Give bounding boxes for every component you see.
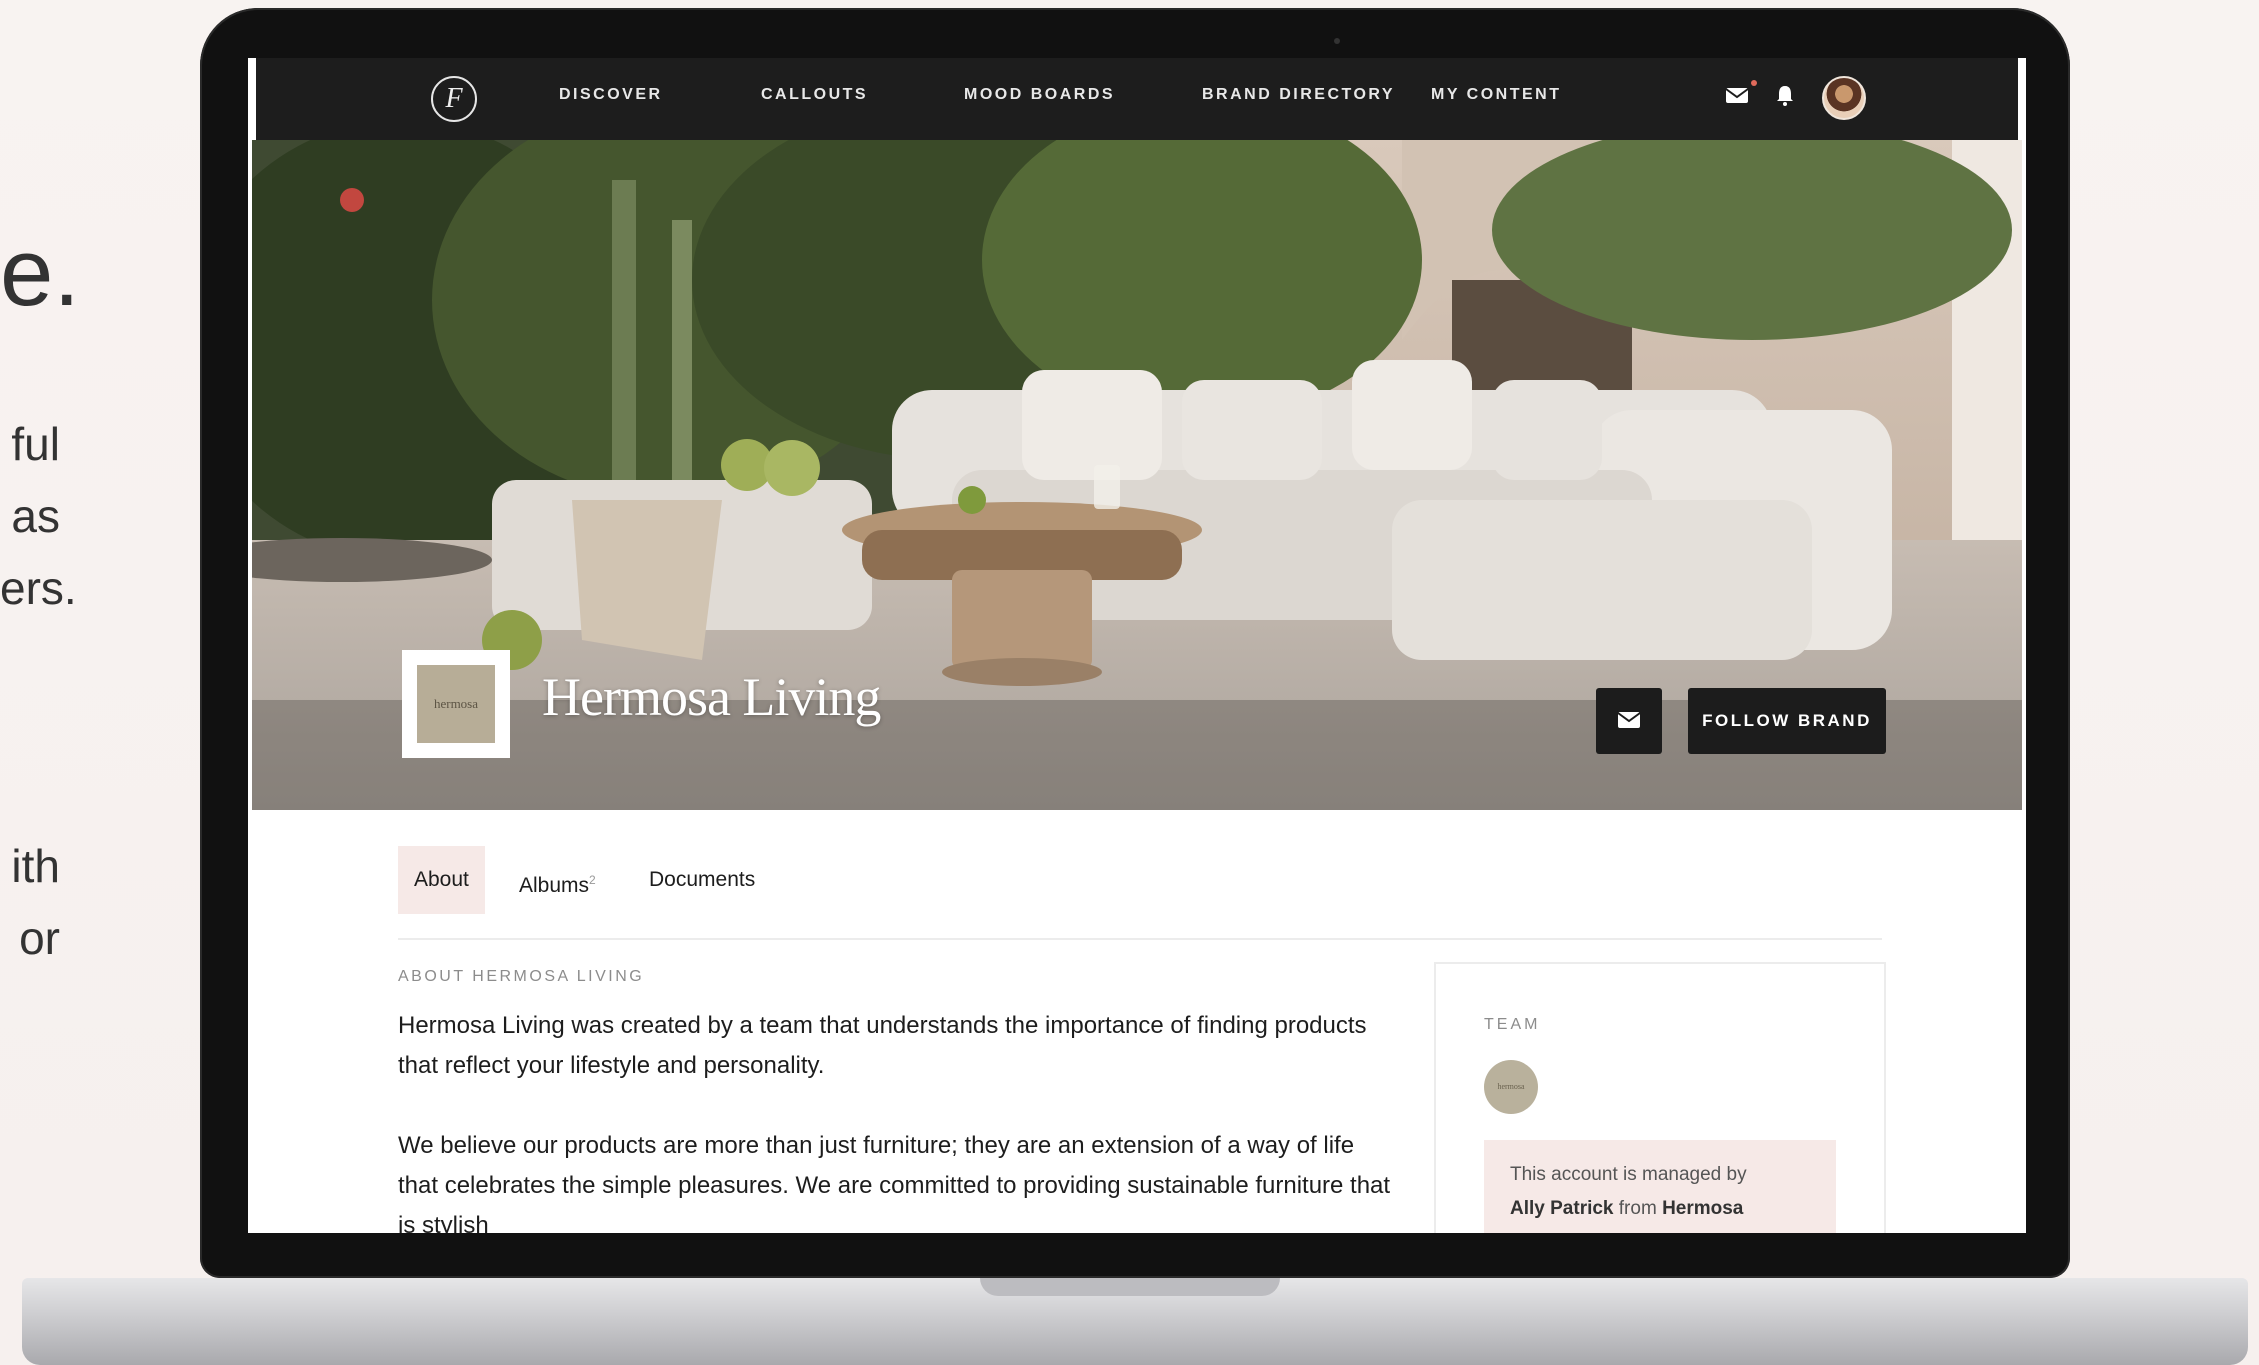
about-paragraph: Hermosa Living was created by a team tha… xyxy=(398,1012,1367,1079)
nav-brand-directory[interactable]: BRAND DIRECTORY xyxy=(1202,86,1395,104)
managed-by-text: This account is managed by xyxy=(1510,1164,1747,1185)
message-brand-button[interactable] xyxy=(1596,688,1662,754)
side-copy-line: ers. xyxy=(0,562,77,614)
tab-documents-label: Documents xyxy=(649,868,756,891)
laptop-notch xyxy=(980,1278,1280,1296)
managed-by-names: Ally Patrick from Hermosa xyxy=(1510,1198,1743,1220)
notification-dot xyxy=(1751,80,1757,86)
camera-dot xyxy=(1334,38,1340,44)
bell-icon[interactable] xyxy=(1772,82,1798,108)
follow-brand-button[interactable]: FOLLOW BRAND xyxy=(1688,688,1886,754)
mail-icon xyxy=(1617,712,1641,728)
site-logo[interactable]: F xyxy=(431,76,477,122)
tab-albums-label: Albums xyxy=(519,874,590,897)
brand-logo-mark: hermosa xyxy=(417,665,495,743)
nav-discover[interactable]: DISCOVER xyxy=(559,86,663,104)
side-copy-line: ith xyxy=(11,840,60,892)
manager-company[interactable]: Hermosa xyxy=(1662,1198,1743,1219)
brand-hero-image: hermosa Hermosa Living FOLLOW BRAND xyxy=(252,140,2022,810)
side-headline-fragment: e. xyxy=(0,219,81,326)
side-copy-line: ful xyxy=(11,418,60,470)
team-card: TEAM hermosa This account is managed by … xyxy=(1434,962,1886,1233)
about-paragraph: We believe our products are more than ju… xyxy=(398,1132,1391,1233)
top-nav: F DISCOVER CALLOUTS MOOD BOARDS BRAND DI… xyxy=(256,58,2018,140)
user-avatar[interactable] xyxy=(1822,76,1866,120)
brand-logo: hermosa xyxy=(402,650,510,758)
about-heading: ABOUT HERMOSA LIVING xyxy=(398,968,645,985)
tab-about[interactable]: About xyxy=(398,846,485,914)
albums-count: 2 xyxy=(589,873,596,887)
tab-albums[interactable]: Albums2 xyxy=(519,846,596,914)
manager-name[interactable]: Ally Patrick xyxy=(1510,1198,1614,1219)
nav-my-content[interactable]: MY CONTENT xyxy=(1431,86,1561,104)
side-copy-line: as xyxy=(11,490,60,542)
browser-screen: F DISCOVER CALLOUTS MOOD BOARDS BRAND DI… xyxy=(248,58,2026,1233)
nav-mood-boards[interactable]: MOOD BOARDS xyxy=(964,86,1115,104)
tab-documents[interactable]: Documents xyxy=(649,846,755,914)
from-word: from xyxy=(1618,1198,1657,1219)
tab-about-label: About xyxy=(414,868,469,891)
team-label: TEAM xyxy=(1484,1016,1541,1033)
managed-by-box: This account is managed by Ally Patrick … xyxy=(1484,1140,1836,1233)
tabs-divider xyxy=(398,938,1882,940)
side-copy-line: or xyxy=(19,912,60,964)
mail-icon[interactable] xyxy=(1724,82,1750,108)
brand-name: Hermosa Living xyxy=(542,667,881,727)
nav-callouts[interactable]: CALLOUTS xyxy=(761,86,868,104)
team-avatar[interactable]: hermosa xyxy=(1484,1060,1538,1114)
